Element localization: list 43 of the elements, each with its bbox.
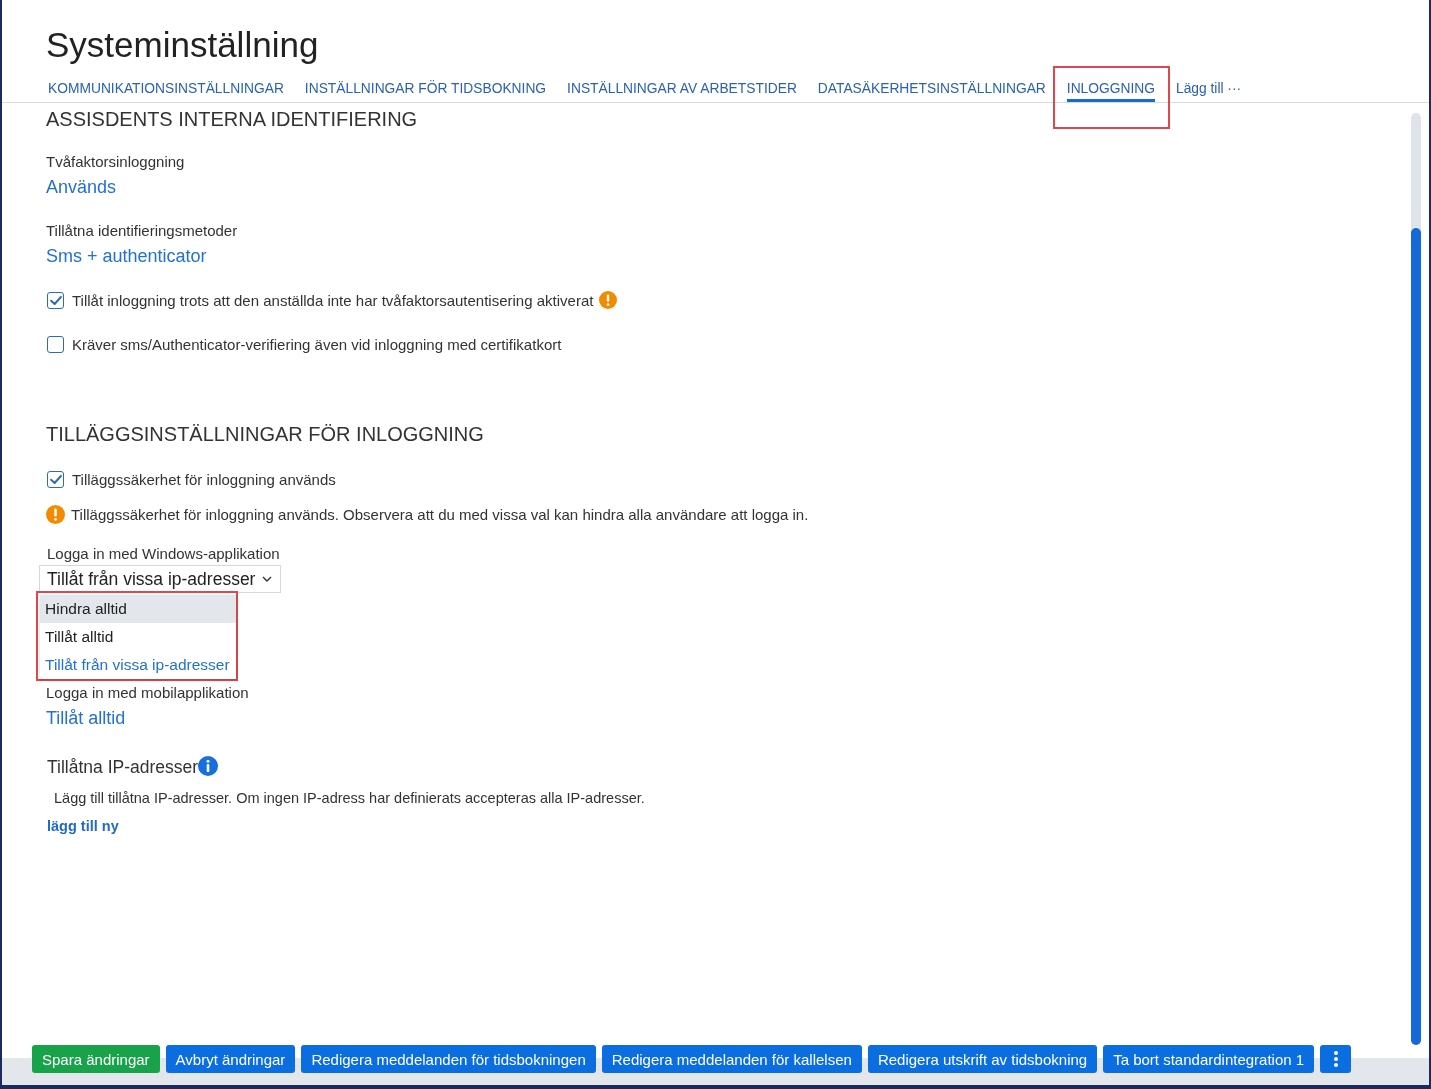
- tab[interactable]: INSTÄLLNINGAR FÖR TIDSBOKNING: [304, 80, 547, 102]
- dropdown-option[interactable]: Tillåt från vissa ip-adresser: [40, 651, 236, 679]
- action-button[interactable]: Redigera meddelanden för tidsbokningen: [301, 1045, 596, 1073]
- vertical-ellipsis-icon: [1333, 1051, 1338, 1067]
- section-heading: ASSISDENTS INTERNA IDENTIFIERING: [46, 107, 419, 132]
- primary-button[interactable]: Spara ändringar: [32, 1045, 160, 1073]
- field-value[interactable]: Sms + authenticator: [46, 244, 1411, 268]
- warning-text: Tilläggssäkerhet för inloggning används. Observera att du med vissa val kan hindra alla användare att logga in.: [71, 505, 809, 523]
- checkmark-icon: [49, 295, 62, 305]
- checkbox-label: Tilläggssäkerhet för inloggning används: [72, 470, 336, 488]
- dropdown-select[interactable]: Tillåt från vissa ip-adresser: [39, 565, 281, 593]
- description-text: Lägg till tillåtna IP-adresser. Om ingen IP-adress har definierats accepteras alla IP-adresser.: [53, 789, 646, 808]
- tab[interactable]: KOMMUNIKATIONSINSTÄLLNINGAR: [48, 80, 284, 102]
- checkbox[interactable]: [47, 470, 64, 488]
- field-value[interactable]: Används: [46, 175, 1411, 199]
- tab[interactable]: INSTÄLLNINGAR AV ARBETSTIDER: [567, 80, 797, 102]
- action-button[interactable]: Redigera utskrift av tidsbokning: [867, 1045, 1098, 1073]
- tab[interactable]: INLOGGNING: [1066, 80, 1155, 102]
- field-value[interactable]: Tillåt alltid: [46, 706, 1411, 730]
- dropdown-option[interactable]: Hindra alltid: [40, 595, 236, 623]
- checkmark-icon: [49, 474, 62, 484]
- action-button[interactable]: Redigera meddelanden för kallelsen: [601, 1045, 862, 1073]
- field-label: Logga in med Windows-applikation: [47, 544, 281, 564]
- checkbox-label: Kräver sms/Authenticator-verifiering även vid inloggning med certifikatkort: [72, 335, 562, 353]
- warning-icon: [46, 504, 65, 524]
- checkbox[interactable]: [47, 335, 64, 353]
- checkbox-label: Tillåt inloggning trots att den anställda inte har tvåfaktorsautentisering aktiverat: [72, 291, 594, 309]
- info-icon[interactable]: [198, 756, 219, 776]
- page-title: Systeminställning: [46, 24, 320, 66]
- subsection-title: Tillåtna IP-adresser: [47, 756, 199, 779]
- add-tab-link[interactable]: Lägg till ···: [1175, 80, 1242, 102]
- chevron-down-icon: [262, 576, 272, 582]
- section-heading: TILLÄGGSINSTÄLLNINGAR FÖR INLOGGNING: [46, 422, 485, 447]
- dropdown-option[interactable]: Tillåt alltid: [40, 623, 236, 651]
- action-button[interactable]: Avbryt ändringar: [165, 1045, 296, 1073]
- tab[interactable]: DATASÄKERHETSINSTÄLLNINGAR: [817, 80, 1046, 102]
- more-button[interactable]: [1320, 1045, 1352, 1073]
- field-label: Tillåtna identifieringsmetoder: [46, 221, 239, 241]
- field-label: Tvåfaktorsinloggning: [46, 152, 186, 172]
- checkbox[interactable]: [47, 291, 64, 309]
- field-label: Logga in med mobilapplikation: [46, 683, 250, 703]
- action-button[interactable]: Ta bort standardintegration 1: [1103, 1045, 1315, 1073]
- add-link[interactable]: lägg till ny: [47, 816, 119, 836]
